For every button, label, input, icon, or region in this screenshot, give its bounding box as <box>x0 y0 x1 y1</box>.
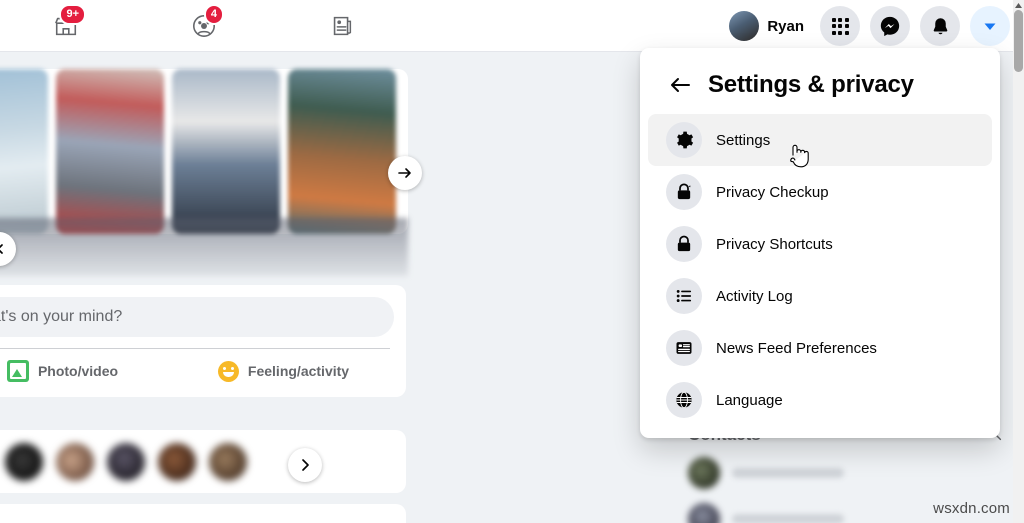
menu-item-label: Activity Log <box>716 287 793 305</box>
menu-item-label: Privacy Checkup <box>716 183 829 201</box>
scrollbar-thumb[interactable] <box>1014 10 1023 72</box>
room-avatar[interactable] <box>56 442 94 481</box>
menu-item-privacy-shortcuts[interactable]: Privacy Shortcuts <box>648 218 992 270</box>
contact-avatar <box>688 503 720 523</box>
messenger-icon <box>880 16 900 37</box>
contact-item[interactable] <box>680 450 1010 496</box>
gear-icon <box>666 122 702 158</box>
menu-item-activity-log[interactable]: Activity Log <box>648 270 992 322</box>
menu-item-news-feed-preferences[interactable]: News Feed Preferences <box>648 322 992 374</box>
composer-actions: Photo/video Feeling/activity <box>0 349 394 393</box>
watermark: wsxdn.com <box>933 500 1010 517</box>
room-avatar[interactable] <box>5 442 43 481</box>
composer-input[interactable] <box>0 297 394 337</box>
lock-icon <box>666 226 702 262</box>
panel-title: Settings & privacy <box>708 71 914 98</box>
stories-overlay <box>0 218 408 276</box>
back-button[interactable] <box>668 73 692 97</box>
smiley-icon <box>217 360 239 382</box>
scrollbar-up-arrow[interactable] <box>1013 0 1024 10</box>
contact-name <box>732 514 844 523</box>
photo-video-label: Photo/video <box>37 363 119 379</box>
avatar <box>729 11 760 41</box>
feeling-activity-label: Feeling/activity <box>247 363 350 379</box>
menu-item-settings[interactable]: Settings <box>648 114 992 166</box>
story-card[interactable] <box>172 69 280 234</box>
scrollbar-track[interactable] <box>1013 0 1024 523</box>
facebook-page: Photo/video Feeling/activity <box>0 0 1024 523</box>
room-avatar[interactable] <box>209 442 247 481</box>
news-icon <box>333 16 352 36</box>
story-card[interactable] <box>0 69 48 234</box>
groups-badge: 4 <box>203 4 224 25</box>
menu-item-privacy-checkup[interactable]: Privacy Checkup <box>648 166 992 218</box>
list-icon <box>666 278 702 314</box>
menu-grid-button[interactable] <box>820 6 860 46</box>
contact-name <box>732 468 844 478</box>
top-navigation-bar: 9+ 4 Ryan <box>0 0 1024 52</box>
lock-check-icon <box>666 174 702 210</box>
news-button[interactable] <box>316 3 368 49</box>
profile-button[interactable]: Ryan <box>723 9 810 43</box>
arrow-right-icon <box>398 168 411 178</box>
groups-button[interactable]: 4 <box>178 3 230 49</box>
messenger-button[interactable] <box>870 6 910 46</box>
newsfeed-icon <box>666 330 702 366</box>
contact-avatar <box>688 457 720 489</box>
menu-item-label: News Feed Preferences <box>716 339 877 357</box>
account-dropdown-button[interactable] <box>970 6 1010 46</box>
chevron-right-icon <box>302 459 309 471</box>
bell-icon <box>933 17 947 34</box>
room-avatar[interactable] <box>158 442 196 481</box>
settings-privacy-dropdown: Settings & privacy Settings Privacy Chec… <box>640 48 1000 438</box>
profile-name: Ryan <box>767 17 804 35</box>
nav-right-group: Ryan <box>723 0 1010 52</box>
story-card[interactable] <box>288 69 396 234</box>
chevron-down-icon <box>984 23 996 30</box>
grid-icon <box>831 17 849 35</box>
photo-video-icon <box>6 360 29 382</box>
globe-icon <box>666 382 702 418</box>
marketplace-button[interactable]: 9+ <box>40 3 92 49</box>
room-avatar[interactable] <box>107 442 145 481</box>
arrow-left-icon <box>0 244 3 254</box>
nav-left-group: 9+ 4 <box>0 0 368 52</box>
feed-post-card <box>0 504 406 523</box>
feeling-activity-button[interactable]: Feeling/activity <box>173 353 394 389</box>
post-composer: Photo/video Feeling/activity <box>0 285 406 397</box>
stories-carousel <box>0 69 408 234</box>
panel-header: Settings & privacy <box>648 56 992 114</box>
rooms-row <box>0 430 406 493</box>
menu-item-label: Privacy Shortcuts <box>716 235 833 253</box>
stories-row <box>0 69 408 234</box>
photo-video-button[interactable]: Photo/video <box>0 353 173 389</box>
menu-item-label: Language <box>716 391 783 409</box>
notifications-button[interactable] <box>920 6 960 46</box>
menu-item-language[interactable]: Language <box>648 374 992 426</box>
menu-item-label: Settings <box>716 131 771 149</box>
rooms-next-button[interactable] <box>288 448 322 482</box>
story-card[interactable] <box>56 69 164 234</box>
arrow-left-icon <box>671 78 690 92</box>
marketplace-badge: 9+ <box>59 4 86 25</box>
stories-next-button[interactable] <box>388 156 422 190</box>
